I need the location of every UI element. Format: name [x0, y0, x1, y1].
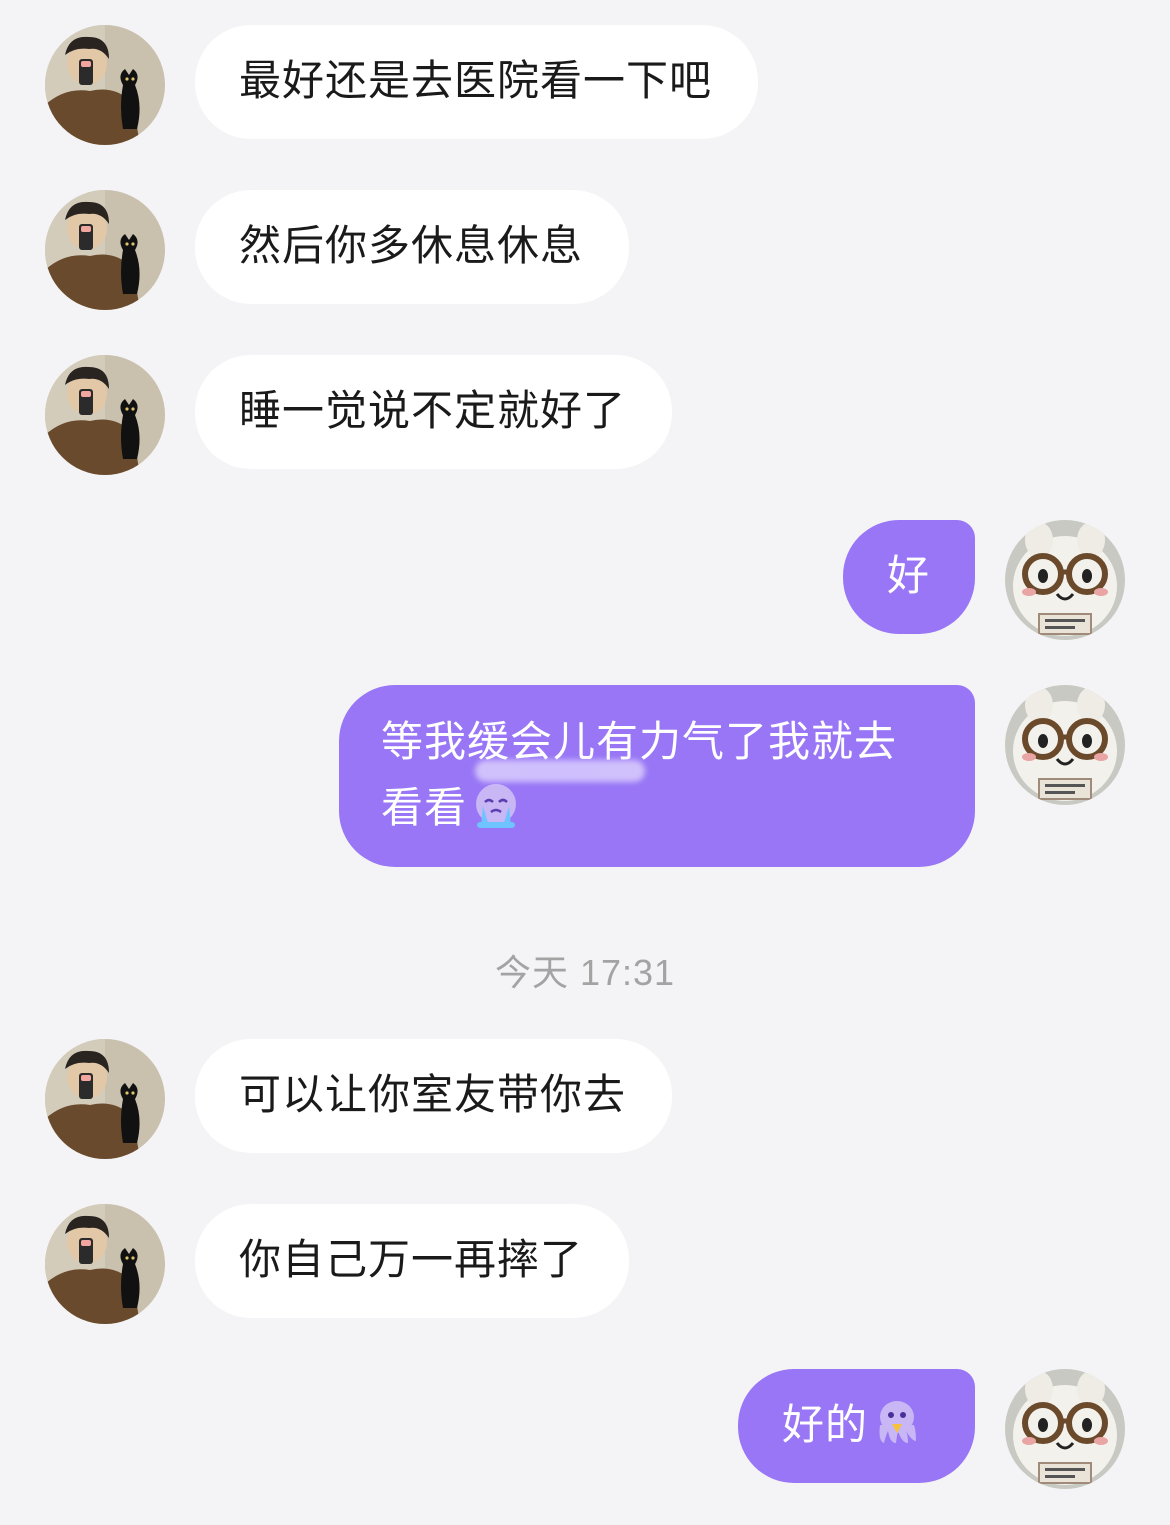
incoming-message-bubble[interactable]: 你自己万一再摔了: [195, 1204, 630, 1318]
contact-avatar-icon[interactable]: [45, 1204, 165, 1324]
message-text: 睡一觉说不定就好了: [239, 386, 627, 435]
my-avatar-icon[interactable]: [1005, 1369, 1125, 1489]
message-text: 可以让你室友带你去: [239, 1070, 627, 1119]
contact-avatar-icon[interactable]: [45, 25, 165, 145]
my-avatar-icon[interactable]: [1005, 685, 1125, 805]
outgoing-message-bubble[interactable]: 好的: [738, 1369, 975, 1483]
contact-avatar-icon[interactable]: [45, 190, 165, 310]
blur-mask: [475, 760, 645, 782]
incoming-message-bubble[interactable]: 最好还是去医院看一下吧: [195, 25, 759, 139]
crying-face-emoji-icon: [471, 780, 521, 830]
message-text: 好: [887, 551, 931, 600]
timestamp: 今天 17:31: [494, 952, 676, 993]
pleading-octopus-emoji-icon: [872, 1397, 922, 1447]
outgoing-message-bubble[interactable]: 等我缓会儿有力气了我就去看看: [339, 685, 975, 867]
incoming-message-bubble[interactable]: 睡一觉说不定就好了: [195, 355, 673, 469]
incoming-message-bubble[interactable]: 然后你多休息休息: [195, 190, 630, 304]
message-text: 你自己万一再摔了: [239, 1235, 584, 1284]
incoming-message-bubble[interactable]: 可以让你室友带你去: [195, 1039, 673, 1153]
message-text: 最好还是去医院看一下吧: [239, 56, 713, 105]
my-avatar-icon[interactable]: [1005, 520, 1125, 640]
outgoing-message-bubble[interactable]: 好: [843, 520, 975, 634]
contact-avatar-icon[interactable]: [45, 1039, 165, 1159]
message-text: 好的: [782, 1400, 869, 1449]
contact-avatar-icon[interactable]: [45, 355, 165, 475]
message-text: 然后你多休息休息: [239, 221, 584, 270]
